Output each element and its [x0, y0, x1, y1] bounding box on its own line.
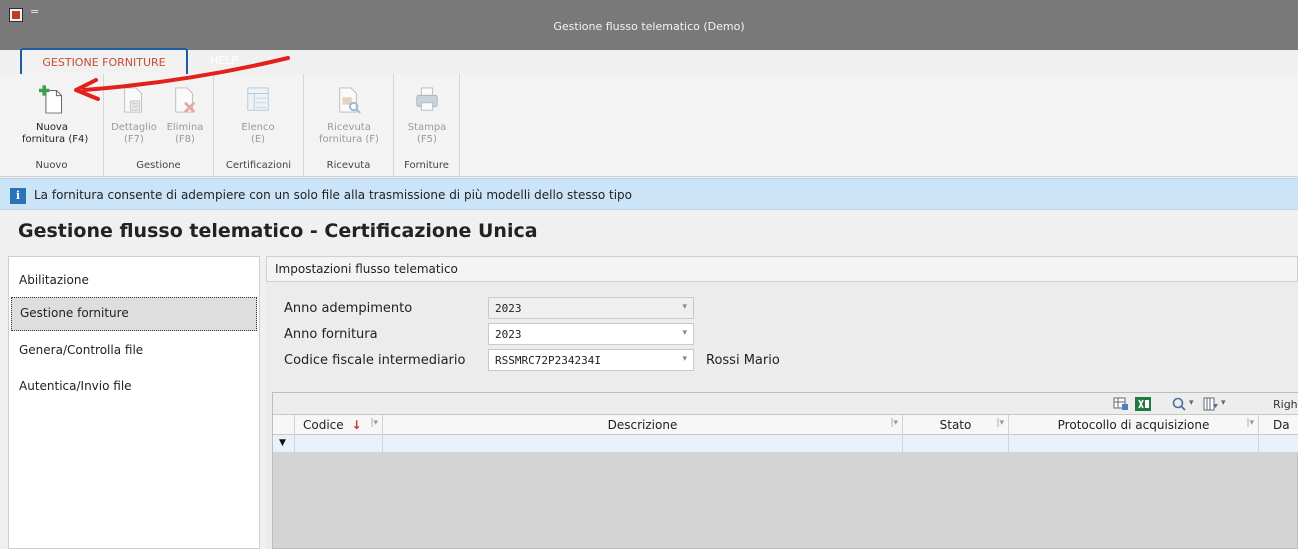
column-header-stato[interactable]: Stato |▾ — [903, 415, 1009, 435]
row-indicator-header — [273, 415, 295, 435]
column-header-protocollo[interactable]: Protocollo di acquisizione |▾ — [1009, 415, 1259, 435]
delete-document-icon — [175, 87, 196, 114]
printer-icon — [416, 87, 438, 111]
codice-fiscale-label: Codice fiscale intermediario — [284, 353, 466, 368]
filter-dropdown-icon[interactable]: |▾ — [370, 418, 378, 428]
anno-fornitura-value: 2023 — [495, 328, 522, 341]
anno-adempimento-combo[interactable]: 2023 ▾ — [488, 297, 694, 319]
nav-item-genera-controlla-file[interactable]: Genera/Controlla file — [9, 335, 259, 369]
info-icon: i — [10, 188, 26, 204]
ricevuta-fornitura-label: Ricevuta fornitura (F) — [319, 122, 379, 145]
codice-fiscale-value: RSSMRC72P234234I — [495, 354, 601, 367]
columns-dropdown-icon[interactable]: ▾ — [1221, 398, 1226, 408]
app-window: = Gestione flusso telematico (Demo) GEST… — [0, 0, 1298, 549]
window-title: Gestione flusso telematico (Demo) — [553, 20, 745, 33]
ribbon-group-gestione: Dettaglio (F7) Elimina (F8) Gestione — [104, 74, 214, 177]
grid-header: Codice ↓ |▾ Descrizione |▾ Stato |▾ Prot… — [273, 415, 1298, 435]
nuova-fornitura-label: Nuova fornitura (F4) — [22, 122, 89, 145]
group-label-nuovo: Nuovo — [35, 160, 68, 171]
dettaglio-button[interactable]: Dettaglio (F7) — [108, 80, 160, 150]
filter-dropdown-icon[interactable]: |▾ — [1246, 418, 1254, 428]
search-icon[interactable] — [1171, 397, 1187, 411]
elimina-label: Elimina (F8) — [166, 122, 204, 145]
export-icon[interactable] — [1113, 397, 1129, 411]
ricevuta-fornitura-button[interactable]: Ricevuta fornitura (F) — [306, 80, 392, 150]
ribbon: Nuova fornitura (F4) Nuovo Dettaglio (F7… — [0, 74, 1298, 177]
filter-cell-codice[interactable] — [295, 435, 383, 453]
grid-toolbar: ▾ ▾ Righ — [273, 393, 1298, 415]
grid-toolbar-righe-label[interactable]: Righ — [1273, 398, 1298, 411]
filter-cell-da[interactable] — [1259, 435, 1298, 453]
anno-adempimento-value: 2023 — [495, 302, 522, 315]
search-dropdown-icon[interactable]: ▾ — [1189, 398, 1194, 408]
grid-filter-row: ▼ — [273, 435, 1298, 453]
anno-fornitura-combo[interactable]: 2023 ▾ — [488, 323, 694, 345]
chevron-down-icon[interactable]: ▾ — [682, 354, 687, 364]
filter-cell-stato[interactable] — [903, 435, 1009, 453]
nav-item-gestione-forniture[interactable]: Gestione forniture — [11, 297, 257, 331]
new-document-icon — [39, 85, 62, 114]
info-bar: i La fornitura consente di adempiere con… — [0, 178, 1298, 210]
elenco-button[interactable]: Elenco (E) — [228, 80, 288, 150]
elimina-button[interactable]: Elimina (F8) — [160, 80, 210, 150]
tab-gestione-forniture[interactable]: GESTIONE FORNITURE — [20, 48, 188, 74]
filter-row-indicator: ▼ — [273, 435, 295, 453]
codice-fiscale-combo[interactable]: RSSMRC72P234234I ▾ — [488, 349, 694, 371]
stampa-button[interactable]: Stampa (F5) — [397, 80, 457, 150]
column-da-label: Da — [1273, 418, 1290, 432]
column-stato-label: Stato — [939, 418, 972, 432]
chevron-down-icon[interactable]: ▾ — [682, 302, 687, 312]
filter-dropdown-icon[interactable]: |▾ — [996, 418, 1004, 428]
filter-cell-protocollo[interactable] — [1009, 435, 1259, 453]
nuova-fornitura-button[interactable]: Nuova fornitura (F4) — [22, 80, 89, 150]
columns-filter-icon[interactable] — [1203, 397, 1219, 411]
sort-desc-icon: ↓ — [351, 418, 362, 432]
ribbon-group-ricevuta: Ricevuta fornitura (F) Ricevuta — [304, 74, 394, 177]
group-label-certificazioni: Certificazioni — [225, 160, 292, 171]
column-header-descrizione[interactable]: Descrizione |▾ — [383, 415, 903, 435]
dettaglio-label: Dettaglio (F7) — [111, 122, 157, 145]
detail-document-icon — [124, 87, 142, 113]
anno-adempimento-label: Anno adempimento — [284, 301, 413, 316]
group-label-forniture: Forniture — [404, 160, 449, 171]
info-text: La fornitura consente di adempiere con u… — [34, 188, 632, 202]
settings-panel: Impostazioni flusso telematico Anno adem… — [266, 256, 1298, 549]
title-bar: = Gestione flusso telematico (Demo) — [0, 0, 1298, 50]
tab-help[interactable]: HELP — [200, 48, 248, 74]
filter-icon: ▼ — [279, 438, 286, 448]
ribbon-group-forniture: Stampa (F5) Forniture — [394, 74, 460, 177]
page-title: Gestione flusso telematico - Certificazi… — [18, 220, 538, 242]
excel-icon[interactable] — [1135, 397, 1151, 411]
receipt-search-icon — [339, 87, 361, 114]
ribbon-group-certificazioni: Elenco (E) Certificazioni — [214, 74, 304, 177]
forniture-grid: ▾ ▾ Righ Codice ↓ |▾ Descrizione |▾ Stat… — [272, 392, 1298, 549]
anno-fornitura-label: Anno fornitura — [284, 327, 378, 342]
ribbon-group-nuovo: Nuova fornitura (F4) Nuovo — [0, 74, 104, 177]
stampa-label: Stampa (F5) — [407, 122, 447, 145]
quick-access-menu-icon[interactable]: = — [30, 5, 39, 18]
group-label-gestione: Gestione — [136, 160, 181, 171]
elenco-label: Elenco (E) — [241, 122, 275, 145]
settings-panel-header: Impostazioni flusso telematico — [266, 256, 1298, 282]
filter-cell-descrizione[interactable] — [383, 435, 903, 453]
nav-item-autentica-invio-file[interactable]: Autentica/Invio file — [9, 371, 259, 405]
column-descrizione-label: Descrizione — [607, 418, 678, 432]
column-protocollo-label: Protocollo di acquisizione — [1057, 418, 1210, 432]
filter-dropdown-icon[interactable]: |▾ — [890, 418, 898, 428]
intermediary-name: Rossi Mario — [706, 353, 780, 368]
column-codice-label: Codice — [303, 418, 344, 432]
column-header-da[interactable]: Da — [1259, 415, 1298, 435]
left-navigation: Abilitazione Gestione forniture Genera/C… — [8, 256, 260, 549]
group-label-ricevuta: Ricevuta — [326, 160, 371, 171]
chevron-down-icon[interactable]: ▾ — [682, 328, 687, 338]
column-header-codice[interactable]: Codice ↓ |▾ — [295, 415, 383, 435]
list-icon — [247, 87, 269, 111]
nav-item-abilitazione[interactable]: Abilitazione — [9, 265, 259, 299]
